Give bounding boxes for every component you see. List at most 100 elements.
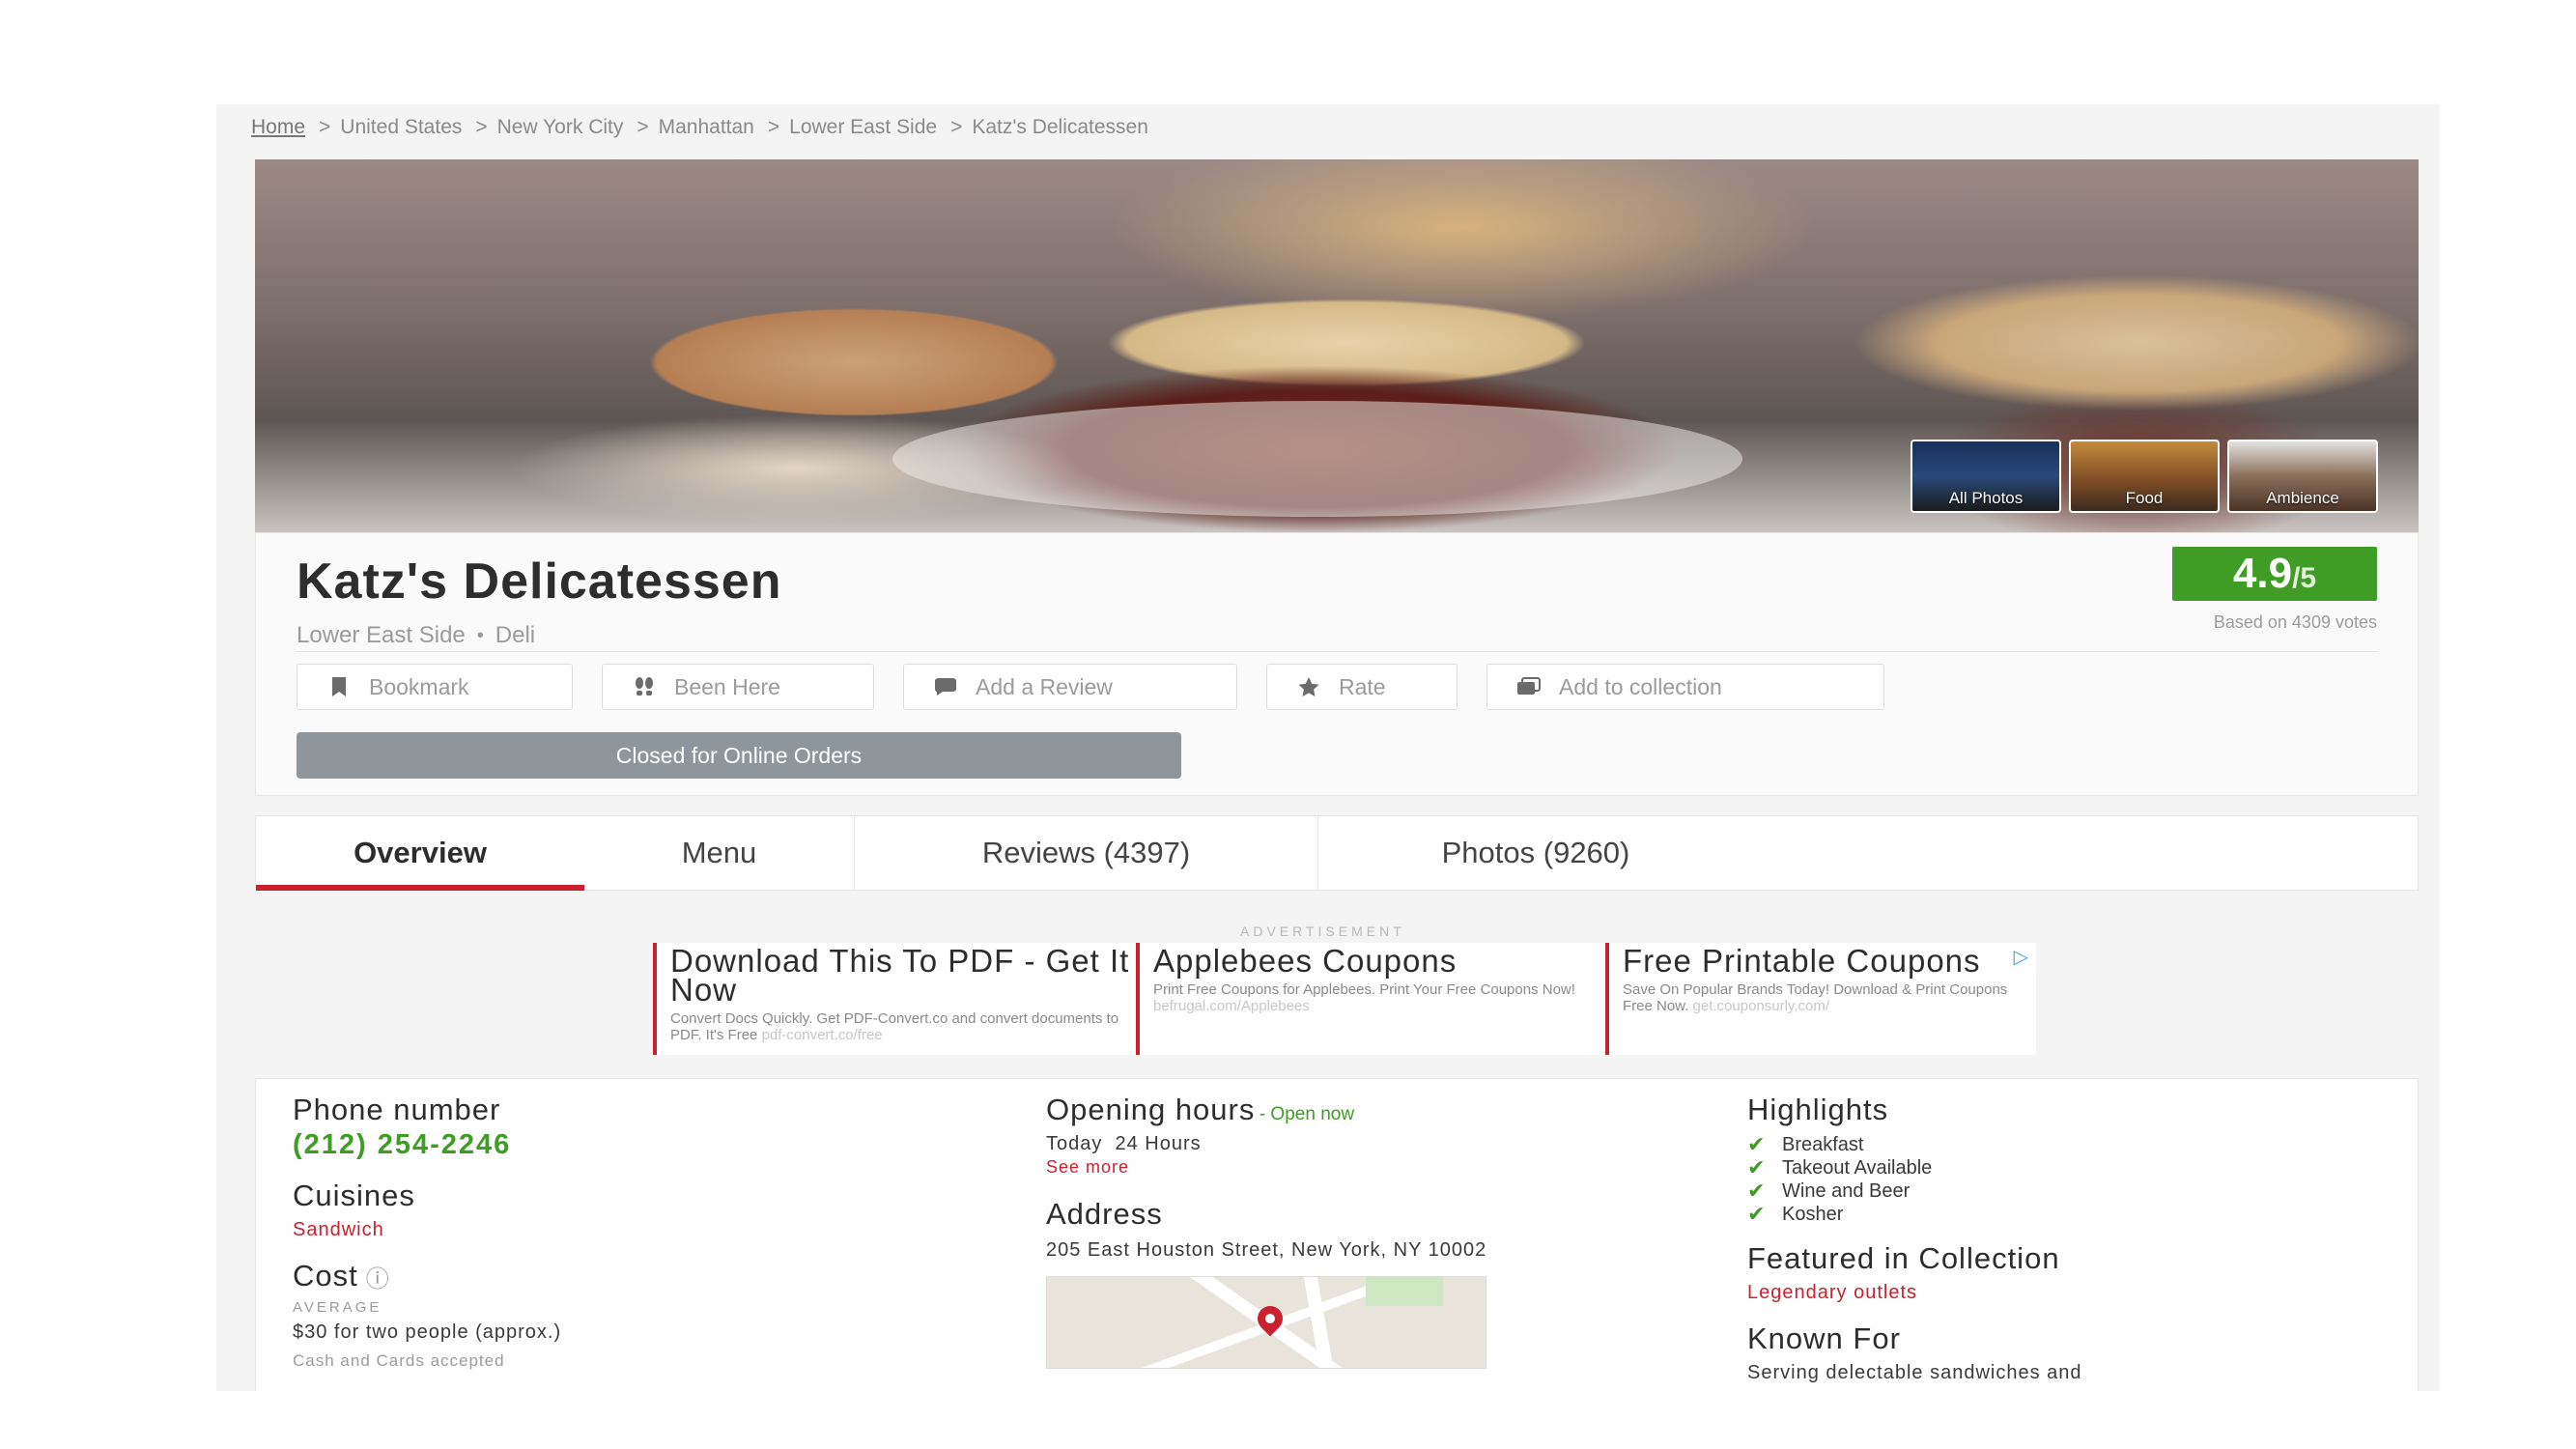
- bookmark-icon: [326, 675, 352, 698]
- rating-score: 4.9: [2232, 550, 2293, 597]
- ad-url: get.couponsurly.com/: [1692, 998, 1829, 1014]
- category-link[interactable]: Deli: [495, 622, 535, 649]
- check-icon: ✔: [1747, 1155, 1766, 1179]
- tab-reviews[interactable]: Reviews (4397): [855, 816, 1318, 890]
- check-icon: ✔: [1747, 1132, 1766, 1156]
- hours-today: Today 24 Hours: [1046, 1133, 1202, 1154]
- ad-item[interactable]: Applebees Coupons Print Free Coupons for…: [1136, 943, 1605, 1055]
- bookmark-button[interactable]: Bookmark: [297, 664, 573, 710]
- ad-strip: Download This To PDF - Get It Now Conver…: [653, 943, 2036, 1055]
- cost-heading-row: Cost ⓘ: [293, 1259, 969, 1293]
- ad-text: Print Free Coupons for Applebees. Print …: [1153, 981, 1605, 1014]
- address-text: 205 East Houston Street, New York, NY 10…: [1046, 1239, 1487, 1261]
- address-heading: Address: [1046, 1197, 1163, 1231]
- action-buttons: Bookmark Been Here Add a Review Rate Add…: [297, 664, 1884, 710]
- restaurant-subtitle: Lower East Side • Deli: [297, 622, 535, 649]
- cuisine-link[interactable]: Sandwich: [293, 1219, 969, 1241]
- collection-icon: [1516, 675, 1542, 698]
- thumb-food[interactable]: Food: [2069, 440, 2220, 513]
- cost-heading: Cost: [293, 1259, 358, 1293]
- ad-url: befrugal.com/Applebees: [1153, 998, 1310, 1014]
- hours-heading-row: Opening hours - Open now: [1046, 1093, 1645, 1127]
- online-order-button[interactable]: Closed for Online Orders: [297, 732, 1181, 779]
- see-more-link[interactable]: See more: [1046, 1157, 1645, 1178]
- cost-value: $30 for two people (approx.): [293, 1321, 562, 1343]
- highlight-item: ✔ Wine and Beer: [1747, 1179, 2365, 1203]
- restaurant-name: Katz's Delicatessen: [297, 554, 782, 610]
- breadcrumb-separator: >: [319, 116, 331, 138]
- ad-title: Download This To PDF - Get It Now: [670, 943, 1130, 1008]
- ad-item[interactable]: Download This To PDF - Get It Now Conver…: [653, 943, 1136, 1055]
- highlight-item: ✔ Takeout Available: [1747, 1156, 2365, 1179]
- thumb-label: Food: [2125, 489, 2164, 507]
- been-here-label: Been Here: [674, 673, 780, 699]
- ad-label: ADVERTISEMENT: [1240, 923, 1405, 939]
- breadcrumb-separator: >: [767, 116, 780, 138]
- map-pin-icon: [1252, 1300, 1288, 1337]
- rating-outof: /5: [2292, 562, 2317, 594]
- ad-title: Free Printable Coupons: [1623, 943, 1981, 979]
- photo-thumbnails: All Photos Food Ambience: [1911, 440, 2378, 513]
- thumb-all-photos[interactable]: All Photos: [1911, 440, 2061, 513]
- add-to-collection-label: Add to collection: [1559, 673, 1722, 699]
- subtitle-dot: •: [476, 624, 484, 646]
- locality-link[interactable]: Lower East Side: [297, 622, 466, 649]
- hero-plate-decor: [892, 401, 1742, 517]
- location-map[interactable]: [1046, 1276, 1486, 1369]
- bookmark-label: Bookmark: [369, 673, 469, 699]
- highlights-heading: Highlights: [1747, 1093, 1889, 1126]
- check-icon: ✔: [1747, 1202, 1766, 1226]
- tab-photos[interactable]: Photos (9260): [1318, 816, 1753, 890]
- check-icon: ✔: [1747, 1179, 1766, 1203]
- hero-image[interactable]: All Photos Food Ambience: [255, 159, 2419, 532]
- ad-text: Save On Popular Brands Today! Download &…: [1623, 981, 2036, 1014]
- breadcrumb-country[interactable]: United States: [340, 116, 462, 139]
- highlight-label: Kosher: [1782, 1204, 1844, 1225]
- ad-description: Convert Docs Quickly. Get PDF-Convert.co…: [670, 1010, 1119, 1043]
- rate-label: Rate: [1339, 673, 1386, 699]
- breadcrumb: Home > United States > New York City > M…: [251, 108, 1148, 147]
- add-to-collection-button[interactable]: Add to collection: [1486, 664, 1884, 710]
- ad-description: Print Free Coupons for Applebees. Print …: [1153, 981, 1575, 998]
- highlight-label: Takeout Available: [1782, 1157, 1933, 1179]
- star-icon: [1296, 675, 1321, 698]
- cuisines-heading: Cuisines: [293, 1179, 415, 1212]
- add-review-button[interactable]: Add a Review: [903, 664, 1237, 710]
- section-tabs: Overview Menu Reviews (4397) Photos (926…: [255, 815, 2419, 891]
- open-status: - Open now: [1259, 1104, 1355, 1124]
- thumb-ambience[interactable]: Ambience: [2227, 440, 2378, 513]
- phone-number[interactable]: (212) 254-2246: [293, 1129, 969, 1161]
- breadcrumb-separator: >: [475, 116, 488, 138]
- thumb-label: Ambience: [2266, 489, 2339, 507]
- rate-button[interactable]: Rate: [1266, 664, 1458, 710]
- breadcrumb-borough[interactable]: Manhattan: [659, 116, 754, 139]
- breadcrumb-city[interactable]: New York City: [497, 116, 624, 139]
- highlight-item: ✔ Breakfast: [1747, 1133, 2365, 1156]
- collection-link[interactable]: Legendary outlets: [1747, 1282, 2365, 1304]
- tab-menu[interactable]: Menu: [584, 816, 855, 890]
- ad-text: Convert Docs Quickly. Get PDF-Convert.co…: [670, 1010, 1136, 1043]
- breadcrumb-current: Katz's Delicatessen: [972, 116, 1148, 138]
- highlight-label: Wine and Beer: [1782, 1180, 1911, 1202]
- breadcrumb-home[interactable]: Home: [251, 116, 305, 139]
- been-here-button[interactable]: Been Here: [602, 664, 874, 710]
- rating-badge[interactable]: 4.9 /5: [2172, 547, 2377, 601]
- add-review-label: Add a Review: [976, 673, 1113, 699]
- known-for-heading: Known For: [1747, 1321, 1901, 1355]
- payment-info: Cash and Cards accepted: [293, 1351, 505, 1370]
- tab-overview[interactable]: Overview: [256, 816, 584, 891]
- divider: [297, 651, 2377, 652]
- restaurant-page: Home > United States > New York City > M…: [216, 104, 2440, 1391]
- details-col-highlights: Highlights ✔ Breakfast ✔ Takeout Available…: [1747, 1093, 2365, 1384]
- breadcrumb-locality[interactable]: Lower East Side: [789, 116, 937, 139]
- known-for-text: Serving delectable sandwiches and: [1747, 1362, 2082, 1383]
- ad-choices-icon[interactable]: ▷: [2014, 945, 2028, 969]
- info-icon[interactable]: ⓘ: [366, 1260, 389, 1293]
- ad-item[interactable]: Free Printable Coupons Save On Popular B…: [1605, 943, 2036, 1055]
- thumb-label: All Photos: [1948, 489, 2024, 507]
- restaurant-info-card: Katz's Delicatessen Lower East Side • De…: [255, 532, 2419, 796]
- ad-title: Applebees Coupons: [1153, 943, 1458, 979]
- footsteps-icon: [632, 675, 657, 698]
- collection-heading: Featured in Collection: [1747, 1241, 2060, 1275]
- details-col-contact: Phone number (212) 254-2246 Cuisines San…: [293, 1093, 969, 1371]
